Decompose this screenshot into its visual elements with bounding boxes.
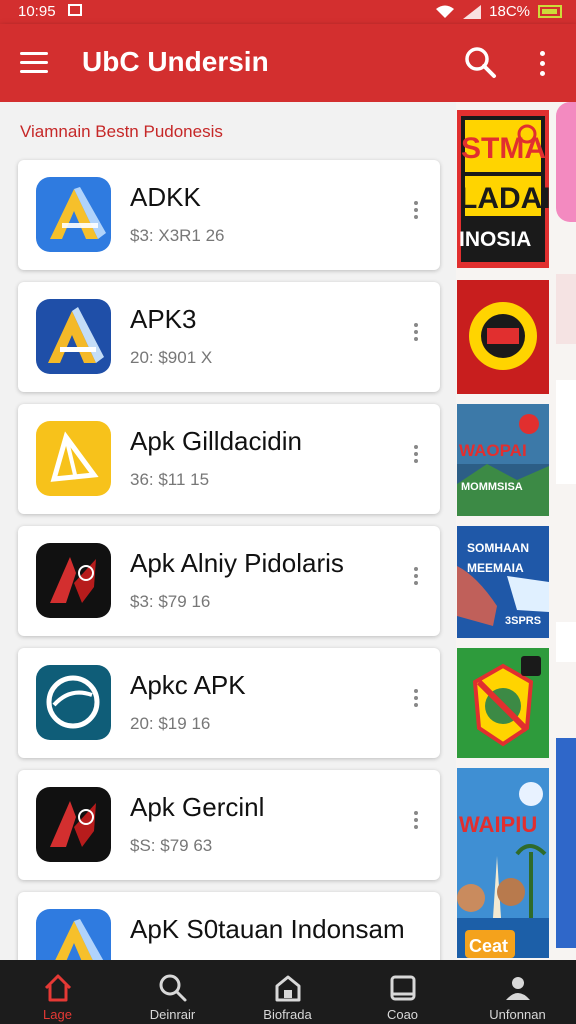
app-name: ADKK <box>130 182 201 212</box>
person-icon <box>506 977 530 1000</box>
item-menu-icon[interactable] <box>410 442 422 472</box>
banner-text: LADAI <box>459 182 549 215</box>
battery-icon <box>538 5 562 18</box>
app-card[interactable]: APK3 20: $901 X <box>18 282 440 392</box>
status-time: 10:95 <box>18 3 56 20</box>
app-name: Apk Gilldacidin <box>130 426 302 456</box>
banner-edge[interactable] <box>556 738 576 948</box>
home-icon <box>44 974 72 1002</box>
app-meta: 20: $19 16 <box>130 714 211 733</box>
black-red-icon <box>36 787 111 862</box>
app-name: Apk Gercinl <box>130 792 265 822</box>
nav-square[interactable]: Coao <box>345 960 460 1024</box>
item-menu-icon[interactable] <box>410 808 422 838</box>
menu-icon[interactable] <box>20 52 48 74</box>
banner-text: Ceat <box>469 936 508 956</box>
promo-banner[interactable]: WAOPAI MOMMSISA <box>457 404 549 516</box>
search-icon[interactable] <box>462 44 500 82</box>
app-meta: 36: $11 15 <box>130 470 210 489</box>
banner-text: SOMHAAN <box>467 541 529 555</box>
section-title: Viamnain Bestn Pudonesis <box>20 122 223 141</box>
blue-a-icon <box>36 177 111 252</box>
status-bar: 10:95 18C% <box>0 0 576 24</box>
banner-edge[interactable] <box>556 622 576 662</box>
badge-banner[interactable] <box>457 648 549 758</box>
item-menu-icon[interactable] <box>410 564 422 594</box>
house-icon <box>275 975 301 1002</box>
nav-label: Coao <box>386 1007 419 1022</box>
app-meta: $3: $79 16 <box>130 592 211 611</box>
nav-home[interactable]: Lage <box>0 960 115 1024</box>
app-card[interactable]: Apkc APK 20: $19 16 <box>18 648 440 758</box>
app-card[interactable]: ApK S0tauan Indonsam <box>18 892 440 960</box>
promo-banner[interactable]: STMAI LADAI INOSIA <box>457 110 549 268</box>
banner-edge[interactable] <box>556 102 576 222</box>
nav-profile[interactable]: Unfonnan <box>460 960 575 1024</box>
app-meta: 20: $901 X <box>130 348 213 367</box>
promo-banner[interactable]: SOMHAAN MEEMAIA 3SPRS <box>457 526 549 638</box>
promo-banner[interactable]: WAIPIU Ceat <box>457 768 549 958</box>
banner-text: 3SPRS <box>505 615 541 627</box>
item-menu-icon[interactable] <box>410 320 422 350</box>
app-bar: UbC Undersin <box>0 24 576 102</box>
teal-circle-icon <box>36 665 111 740</box>
blue-a-icon <box>36 909 111 960</box>
app-name: ApK S0tauan Indonsam <box>130 914 405 944</box>
blue-a-icon <box>36 299 111 374</box>
signal-icon <box>463 4 482 19</box>
app-card[interactable]: Apk Gilldacidin 36: $11 15 <box>18 404 440 514</box>
square-icon <box>390 975 416 1001</box>
nav-label: Unfonnan <box>489 1007 546 1022</box>
app-card[interactable]: Apk Gercinl $S: $79 63 <box>18 770 440 880</box>
banner-text: WAOPAI <box>459 441 527 460</box>
nav-label: Deinrair <box>149 1007 196 1022</box>
more-options-icon[interactable] <box>530 46 554 80</box>
banner-text: MEEMAIA <box>467 561 524 575</box>
app-name: Apkc APK <box>130 670 246 700</box>
banner-text: WAIPIU <box>459 812 537 837</box>
banner-strip: STMAI LADAI INOSIA WAOPAI MOMMSISA SOMHA… <box>456 102 576 960</box>
app-list-panel: Viamnain Bestn Pudonesis ADKK $3: X3R1 2… <box>0 102 456 960</box>
nav-search[interactable]: Deinrair <box>115 960 230 1024</box>
app-name: Apk Alniy Pidolaris <box>130 548 344 578</box>
app-card[interactable]: Apk Alniy Pidolaris $3: $79 16 <box>18 526 440 636</box>
notification-icon <box>68 4 82 16</box>
app-meta: $S: $79 63 <box>130 836 213 855</box>
app-title: UbC Undersin <box>82 46 269 77</box>
app-card[interactable]: ADKK $3: X3R1 26 <box>18 160 440 270</box>
search-icon <box>159 974 187 1002</box>
yellow-triangle-icon <box>36 421 111 496</box>
app-meta: $3: X3R1 26 <box>130 226 225 245</box>
item-menu-icon[interactable] <box>410 686 422 716</box>
banner-text: INOSIA <box>459 228 531 251</box>
bottom-navigation: Lage Deinrair Biofrada Coao Unfonnan <box>0 960 576 1024</box>
banner-text: MOMMSISA <box>461 481 523 493</box>
black-red-icon <box>36 543 111 618</box>
nav-label: Lage <box>43 1007 72 1022</box>
banner-edge[interactable] <box>556 274 576 344</box>
wifi-icon <box>436 5 455 18</box>
banner-edge[interactable] <box>556 380 576 484</box>
app-name: APK3 <box>130 304 197 334</box>
nav-house[interactable]: Biofrada <box>230 960 345 1024</box>
nav-label: Biofrada <box>263 1007 312 1022</box>
badge-banner[interactable] <box>457 280 549 394</box>
battery-percent: 18C% <box>489 3 530 20</box>
item-menu-icon[interactable] <box>410 198 422 228</box>
